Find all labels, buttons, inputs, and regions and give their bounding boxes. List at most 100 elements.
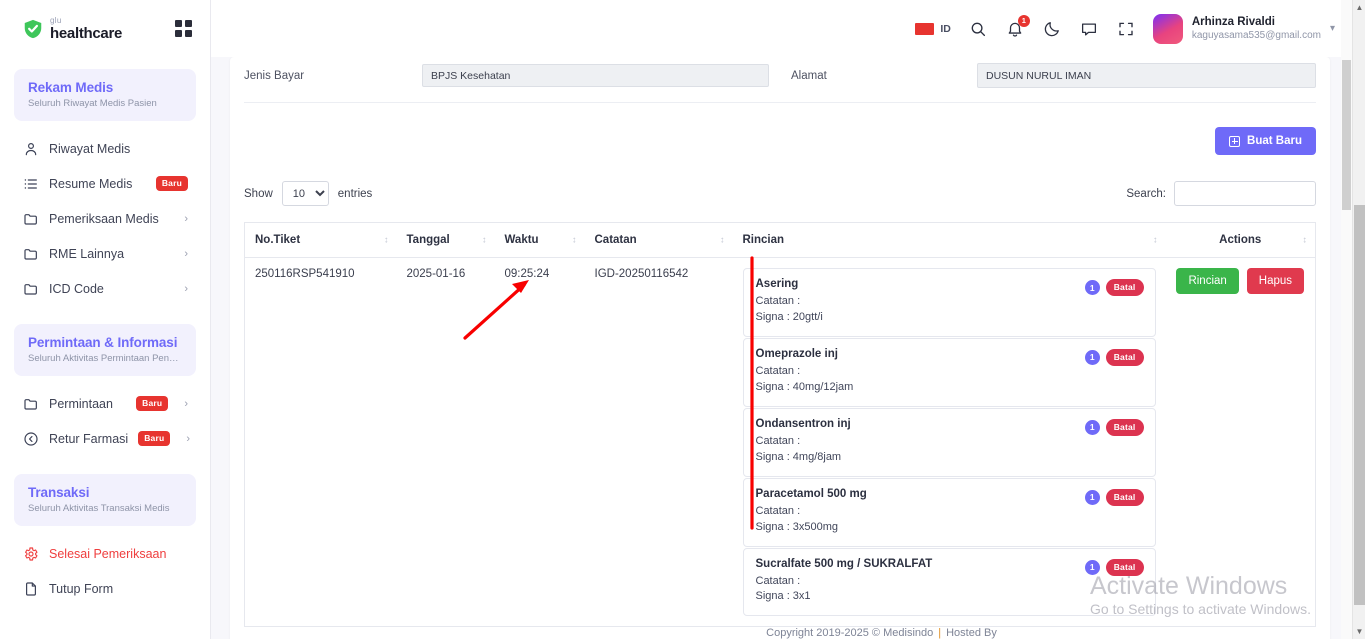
- folder-icon: [22, 245, 39, 262]
- column-header-tanggal[interactable]: Tanggal ↕: [396, 222, 495, 258]
- entries-label: entries: [337, 187, 373, 200]
- field-alamat: Alamat: [769, 63, 1316, 88]
- field-jenis-bayar: Jenis Bayar: [244, 63, 769, 88]
- table-row[interactable]: 250116RSP541910 2025-01-16 09:25:24 IGD-…: [245, 258, 1316, 627]
- scroll-up-arrow-icon[interactable]: ▲: [1353, 0, 1365, 15]
- records-table: No.Tiket ↕ Tanggal ↕ Waktu ↕ Catatan ↕ R…: [244, 222, 1316, 628]
- medication-item[interactable]: Asering Catatan : Signa : 20gtt/i 1 Bata…: [742, 268, 1156, 337]
- alamat-input[interactable]: [977, 63, 1316, 88]
- column-header-waktu[interactable]: Waktu ↕: [494, 222, 585, 258]
- grid-apps-icon[interactable]: [175, 20, 192, 37]
- row-action-buttons: Rincian Hapus: [1176, 268, 1306, 294]
- scroll-down-arrow-icon[interactable]: ▼: [1353, 624, 1365, 639]
- status-badge[interactable]: Batal: [1105, 279, 1144, 296]
- healthcare-shield-check-icon: [22, 18, 44, 40]
- cell-no-tiket: 250116RSP541910: [255, 268, 355, 280]
- jenis-bayar-input[interactable]: [422, 64, 769, 87]
- medication-item[interactable]: Sucralfate 500 mg / SUKRALFAT Catatan : …: [742, 547, 1156, 617]
- language-selector[interactable]: ID: [915, 22, 951, 35]
- page-size-control: Show 10 25 50 100 entries: [244, 181, 372, 206]
- search-icon[interactable]: [968, 19, 988, 39]
- datatable-controls: Show 10 25 50 100 entries Search:: [244, 167, 1316, 222]
- fullscreen-icon[interactable]: [1116, 19, 1136, 39]
- sort-icon: ↕: [720, 234, 725, 245]
- medication-signa: Signa : 4mg/8jam: [755, 450, 842, 463]
- inner-scrollbar[interactable]: [1341, 0, 1352, 639]
- medication-list: Asering Catatan : Signa : 20gtt/i 1 Bata…: [742, 268, 1156, 617]
- column-header-catatan[interactable]: Catatan ↕: [584, 222, 733, 258]
- section-title: Transaksi: [28, 485, 90, 500]
- medication-meta: 1 Batal: [1084, 348, 1144, 366]
- sidebar-item-label: Selesai Pemeriksaan: [49, 546, 167, 561]
- page-scrollbar-thumb[interactable]: [1354, 205, 1365, 605]
- medication-signa: Signa : 3x500mg: [755, 520, 839, 533]
- topbar: ID 1 Arhinza Rivaldi kaguyasama535@gmail…: [211, 0, 1365, 57]
- section-desc: Seluruh Aktivitas Transaksi Medis: [28, 503, 170, 514]
- sidebar-section-header-rekam-medis: Rekam Medis Seluruh Riwayat Medis Pasien: [14, 69, 196, 121]
- file-icon: [22, 580, 39, 597]
- status-badge[interactable]: Batal: [1105, 418, 1144, 436]
- medication-meta: 1 Batal: [1084, 558, 1144, 576]
- quantity-badge: 1: [1084, 349, 1100, 365]
- avatar: [1152, 13, 1183, 44]
- sidebar-item-label: Riwayat Medis: [49, 141, 131, 156]
- column-header-no-tiket[interactable]: No.Tiket ↕: [244, 222, 397, 258]
- user-icon: [22, 140, 39, 157]
- medication-item[interactable]: Ondansentron inj Catatan : Signa : 4mg/8…: [742, 407, 1156, 477]
- buat-baru-label: Buat Baru: [1247, 135, 1302, 147]
- sidebar-item-resume-medis[interactable]: Resume Medis Baru: [14, 166, 196, 201]
- sidebar-item-pemeriksaan-medis[interactable]: Pemeriksaan Medis ›: [14, 201, 196, 236]
- medication-item[interactable]: Paracetamol 500 mg Catatan : Signa : 3x5…: [742, 477, 1156, 547]
- column-header-actions[interactable]: Actions ↕: [1165, 222, 1316, 258]
- sidebar-item-icd-code[interactable]: ICD Code ›: [14, 271, 196, 306]
- brand-logo[interactable]: glu healthcare: [22, 16, 122, 41]
- plus-square-icon: [1229, 135, 1241, 147]
- status-badge[interactable]: Batal: [1105, 348, 1144, 366]
- medication-name: Omeprazole inj: [755, 347, 838, 360]
- sidebar-item-label: Tutup Form: [49, 581, 114, 596]
- patient-info-form: Jenis Bayar Alamat: [244, 57, 1316, 103]
- sort-icon: ↕: [572, 234, 577, 245]
- medication-item[interactable]: Omeprazole inj Catatan : Signa : 40mg/12…: [742, 337, 1156, 407]
- user-email: kaguyasama535@gmail.com: [1191, 30, 1321, 42]
- buat-baru-button[interactable]: Buat Baru: [1215, 127, 1316, 155]
- chevron-right-icon: ›: [184, 282, 188, 295]
- moon-icon[interactable]: [1042, 19, 1062, 39]
- sidebar-item-selesai-pemeriksaan[interactable]: Selesai Pemeriksaan: [14, 536, 196, 571]
- footer: Copyright 2019-2025 © Medisindo | Hosted…: [422, 615, 1341, 639]
- search-input[interactable]: [1174, 181, 1316, 206]
- sidebar-item-retur-farmasi[interactable]: Retur Farmasi Baru ›: [14, 421, 196, 456]
- actions-bar: Buat Baru: [244, 103, 1316, 167]
- inner-scrollbar-thumb[interactable]: [1342, 60, 1351, 210]
- sidebar-item-label: Retur Farmasi: [49, 431, 129, 446]
- section-title: Rekam Medis: [28, 80, 114, 95]
- status-badge[interactable]: Batal: [1105, 488, 1144, 506]
- sidebar-item-tutup-form[interactable]: Tutup Form: [14, 571, 196, 606]
- medication-name: Ondansentron inj: [755, 417, 851, 430]
- column-header-rincian[interactable]: Rincian ↕: [732, 222, 1166, 258]
- cell-actions: Rincian Hapus: [1166, 258, 1316, 627]
- sidebar-item-label: RME Lainnya: [49, 246, 125, 261]
- chat-icon[interactable]: [1079, 19, 1099, 39]
- folder-icon: [22, 210, 39, 227]
- chevron-right-icon: ›: [186, 432, 191, 445]
- sidebar-item-riwayat-medis[interactable]: Riwayat Medis: [14, 131, 196, 166]
- sidebar-item-permintaan[interactable]: Permintaan Baru ›: [14, 386, 196, 421]
- medication-signa: Signa : 20gtt/i: [755, 310, 823, 323]
- medication-catatan: Catatan :: [755, 434, 801, 447]
- page-scrollbar[interactable]: ▲ ▼: [1352, 0, 1365, 639]
- sidebar-item-rme-lainnya[interactable]: RME Lainnya ›: [14, 236, 196, 271]
- footer-copyright: Copyright 2019-2025 © Medisindo: [766, 627, 934, 639]
- bell-icon[interactable]: 1: [1005, 14, 1030, 39]
- page-size-select[interactable]: 10 25 50 100: [281, 181, 329, 206]
- sidebar-nav: Rekam Medis Seluruh Riwayat Medis Pasien…: [0, 57, 210, 639]
- sidebar: glu healthcare Rekam Medis Seluruh Riway…: [0, 0, 211, 639]
- sidebar-item-label: Pemeriksaan Medis: [49, 211, 159, 226]
- hapus-button[interactable]: Hapus: [1246, 268, 1305, 294]
- sort-icon: ↕: [482, 234, 487, 245]
- rincian-button[interactable]: Rincian: [1176, 268, 1239, 294]
- user-menu[interactable]: Arhinza Rivaldi kaguyasama535@gmail.com …: [1152, 13, 1335, 44]
- cell-catatan: IGD-20250116542: [594, 268, 689, 280]
- table-body: 250116RSP541910 2025-01-16 09:25:24 IGD-…: [245, 258, 1316, 627]
- status-badge[interactable]: Batal: [1105, 558, 1144, 576]
